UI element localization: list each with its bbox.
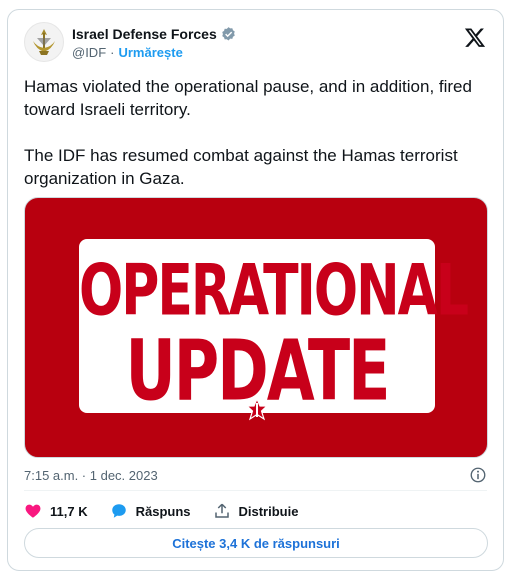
read-replies-button[interactable]: Citește 3,4 K de răspunsuri: [24, 528, 488, 558]
share-icon: [214, 503, 229, 518]
share-button[interactable]: Distribuie: [213, 502, 299, 520]
author-info: Israel Defense Forces @IDF · Urmărește: [72, 24, 237, 60]
avatar[interactable]: [24, 22, 64, 62]
media-title-line: OPERATIONAL: [79, 251, 469, 332]
tweet-card: Israel Defense Forces @IDF · Urmărește H…: [7, 9, 504, 571]
tweet-header: Israel Defense Forces @IDF · Urmărește: [24, 22, 487, 64]
x-logo-icon[interactable]: [463, 26, 487, 50]
follow-button[interactable]: Urmărește: [118, 45, 182, 60]
verified-badge-icon: [222, 26, 235, 41]
reply-label: Răspuns: [135, 503, 191, 519]
tweet-text: Hamas violated the operational pause, an…: [24, 75, 494, 213]
info-icon[interactable]: [469, 466, 487, 484]
idf-star-badge-icon: [243, 396, 271, 424]
tweet-paragraph: Hamas violated the operational pause, an…: [24, 77, 472, 119]
heart-icon: [25, 504, 41, 518]
media-panel: OPERATIONAL UPDATE: [79, 239, 469, 416]
tweet-meta: 7:15 a.m. · 1 dec. 2023: [24, 465, 487, 485]
reply-bubble-icon: [111, 504, 126, 518]
share-label: Distribuie: [238, 503, 299, 519]
tweet-paragraph: The IDF has resumed combat against the H…: [24, 146, 458, 188]
separator-dot: ·: [110, 45, 115, 60]
reply-button[interactable]: Răspuns: [110, 502, 191, 520]
tweet-actions: 11,7 K Răspuns Distribuie: [24, 501, 320, 521]
idf-emblem-icon: [33, 29, 55, 55]
author-handle[interactable]: @IDF: [72, 45, 106, 60]
divider: [24, 490, 487, 491]
tweet-media-image[interactable]: OPERATIONAL UPDATE: [24, 197, 488, 458]
tweet-timestamp[interactable]: 7:15 a.m. · 1 dec. 2023: [24, 468, 158, 483]
likes-count: 11,7 K: [50, 503, 88, 519]
author-display-name[interactable]: Israel Defense Forces: [72, 26, 217, 42]
like-button[interactable]: 11,7 K: [24, 502, 88, 520]
